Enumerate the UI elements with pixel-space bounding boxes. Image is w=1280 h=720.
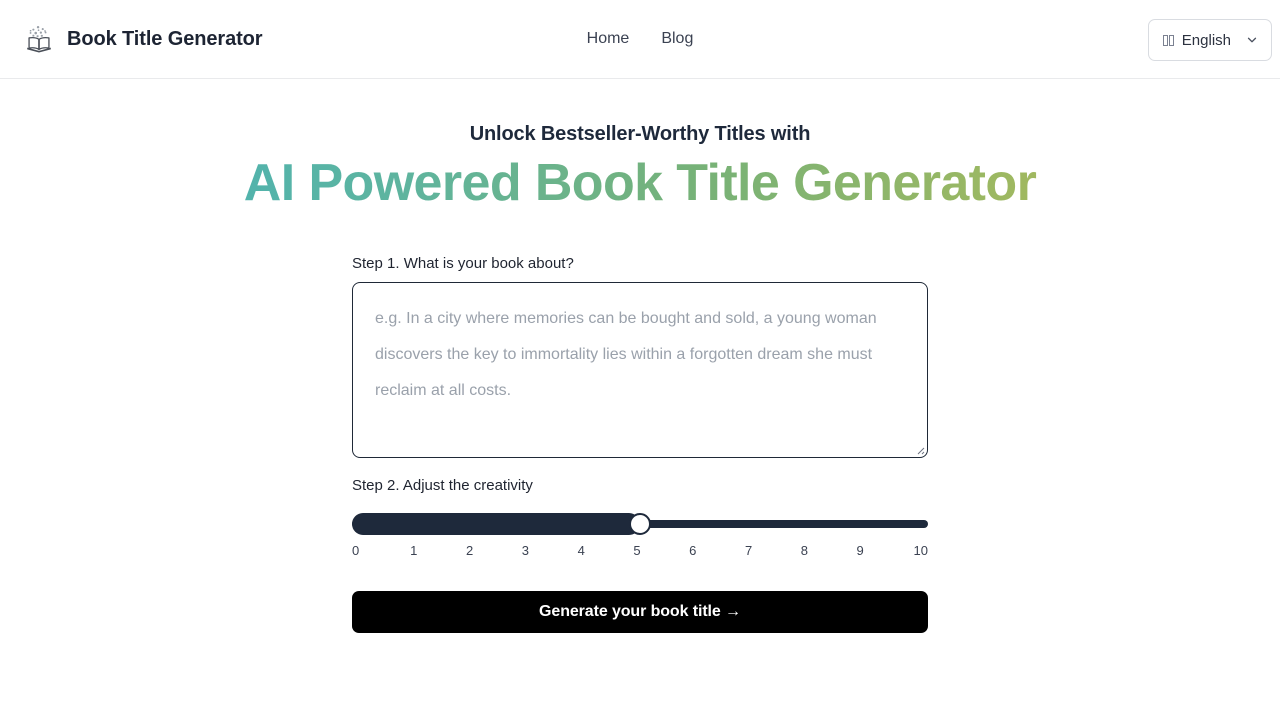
slider-tick: 5 <box>633 543 641 559</box>
chevron-down-icon <box>1247 37 1257 43</box>
slider-tick: 9 <box>856 543 864 559</box>
site-header: Book Title Generator Home Blog English <box>0 0 1280 79</box>
slider-tick: 0 <box>352 543 360 559</box>
slider-tick: 3 <box>521 543 529 559</box>
step2-label: Step 2. Adjust the creativity <box>352 477 533 495</box>
open-book-sparkles-icon <box>27 25 51 53</box>
brand-logo-link[interactable]: Book Title Generator <box>24 24 263 54</box>
slider-tick: 1 <box>410 543 418 559</box>
slider-tick: 6 <box>689 543 697 559</box>
prompt-field-wrapper <box>352 282 928 459</box>
generate-button[interactable]: Generate your book title → <box>352 591 928 634</box>
slider-tick: 2 <box>465 543 474 559</box>
language-label: English <box>1181 31 1231 49</box>
nav-item-home[interactable]: Home <box>587 30 630 48</box>
page-title: AI Powered Book Title Generator <box>0 154 1280 212</box>
book-description-input[interactable] <box>352 282 928 459</box>
generator-form: Step 1. What is your book about? Step 2.… <box>352 212 928 634</box>
step1-label: Step 1. What is your book about? <box>352 255 574 273</box>
slider-tick: 7 <box>744 543 753 559</box>
slider-tick-labels: 0 1 2 3 4 5 6 7 8 9 10 <box>352 543 928 558</box>
hero-section: Unlock Bestseller-Worthy Titles with AI … <box>0 79 1280 212</box>
hero-eyebrow: Unlock Bestseller-Worthy Titles with <box>469 123 811 145</box>
language-selector[interactable]: English <box>1147 19 1272 61</box>
brand-title: Book Title Generator <box>67 27 263 50</box>
slider-tick: 8 <box>800 543 808 559</box>
slider-fill <box>352 513 640 536</box>
slider-thumb[interactable] <box>629 513 651 536</box>
slider-tick: 10 <box>913 543 928 559</box>
flag-placeholder-icon <box>1162 34 1174 46</box>
main-nav: Home Blog <box>587 30 694 48</box>
creativity-slider-block: 0 1 2 3 4 5 6 7 8 9 10 <box>352 513 928 558</box>
slider-tick: 4 <box>577 543 585 559</box>
nav-item-blog[interactable]: Blog <box>661 30 693 48</box>
creativity-slider[interactable] <box>352 513 928 536</box>
